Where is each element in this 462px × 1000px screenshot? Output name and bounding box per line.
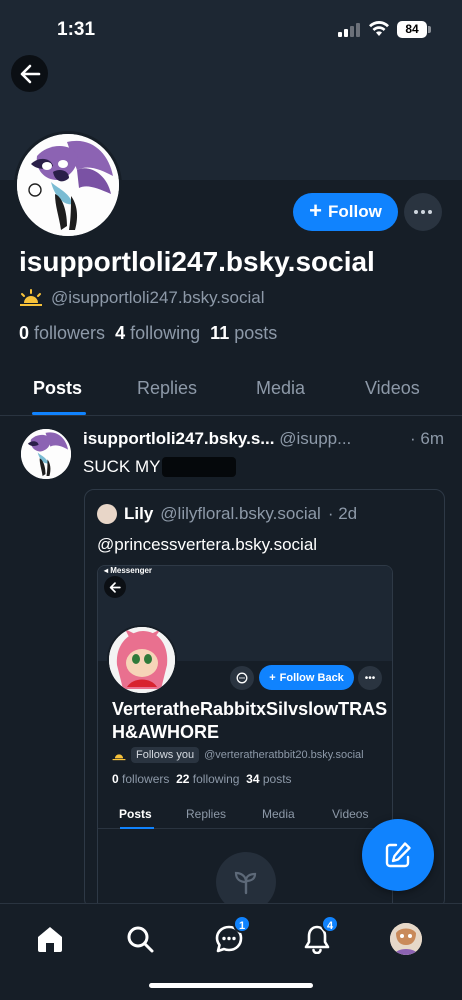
compose-icon bbox=[385, 842, 411, 868]
embed-following-count: 22 bbox=[176, 772, 190, 786]
arrow-left-icon bbox=[20, 64, 40, 83]
embed-display-name: VerteratheRabbitxSilvslowTRASH&AWHORE bbox=[112, 699, 388, 742]
quote-timestamp: · 2d bbox=[327, 504, 358, 523]
profile-display-name: isupportloli247.bsky.social bbox=[19, 246, 375, 277]
tab-videos[interactable]: Videos bbox=[365, 378, 420, 399]
more-options-button[interactable] bbox=[404, 193, 442, 231]
status-time: 1:31 bbox=[57, 19, 96, 40]
embed-tab-replies: Replies bbox=[186, 807, 227, 821]
profile-tabs: Posts Replies Media Videos bbox=[0, 366, 462, 416]
profile-handle: @isupportloli247.bsky.social bbox=[51, 288, 265, 307]
tab-posts[interactable]: Posts bbox=[33, 378, 82, 399]
embed-handle: @verteratheratbbit20.bsky.social bbox=[204, 749, 364, 761]
embed-posts-count: 34 bbox=[246, 772, 260, 786]
messages-badge: 1 bbox=[233, 915, 251, 933]
ellipsis-icon bbox=[414, 210, 432, 214]
embed-stats: 0 followers 22 following 34 posts bbox=[112, 772, 292, 786]
profile-stats: 0 followers 4 following 11 posts bbox=[19, 323, 277, 344]
post-header: isupportloli247.bsky.s... @isupp... bbox=[83, 429, 448, 449]
quote-author-handle: @lilyfloral.bsky.social bbox=[160, 504, 321, 523]
embed-tab-media: Media bbox=[262, 807, 295, 821]
embed-ellipsis-icon: ••• bbox=[358, 666, 382, 690]
nav-notifications[interactable]: 4 bbox=[297, 915, 339, 959]
home-indicator bbox=[149, 983, 313, 988]
quote-header: Lily @lilyfloral.bsky.social · 2d bbox=[97, 504, 357, 524]
nav-profile[interactable] bbox=[386, 919, 426, 959]
embed-message-button bbox=[230, 666, 254, 690]
embed-back-button bbox=[104, 576, 126, 598]
sunrise-icon bbox=[20, 289, 42, 306]
nav-profile-avatar bbox=[390, 923, 422, 955]
post-text: SUCK MY bbox=[83, 457, 237, 477]
post-author-handle: @isupp... bbox=[279, 429, 352, 448]
quote-author-avatar bbox=[97, 504, 117, 524]
post-body: SUCK MY bbox=[83, 457, 161, 476]
profile-avatar[interactable] bbox=[14, 131, 122, 239]
search-icon bbox=[127, 926, 154, 953]
following-count[interactable]: 4 bbox=[115, 323, 125, 343]
embed-messenger-label: ◂ Messenger bbox=[104, 566, 153, 575]
avatar-illustration bbox=[17, 134, 119, 236]
compose-post-button[interactable] bbox=[362, 819, 434, 891]
nav-messages[interactable]: 1 bbox=[209, 915, 251, 959]
arrow-left-icon bbox=[109, 581, 121, 593]
following-label[interactable]: following bbox=[130, 323, 200, 343]
embed-tabs: Posts Replies Media Videos bbox=[98, 795, 392, 829]
embed-avatar bbox=[107, 625, 177, 695]
embed-followers-label: followers bbox=[122, 772, 170, 786]
post-timestamp: · 6m bbox=[410, 429, 444, 448]
signal-icon bbox=[338, 23, 362, 37]
posts-label: posts bbox=[234, 323, 278, 343]
back-button[interactable] bbox=[11, 55, 48, 92]
nav-home[interactable] bbox=[30, 919, 70, 959]
embed-tab-indicator bbox=[120, 827, 154, 829]
battery-indicator: 84 bbox=[397, 21, 427, 38]
embed-follow-back-button: + Follow Back bbox=[259, 665, 354, 690]
embed-following-label: following bbox=[192, 772, 240, 786]
tab-media[interactable]: Media bbox=[256, 378, 305, 399]
embedded-screenshot[interactable]: ◂ Messenger + Follow Back ••• Verterathe… bbox=[97, 565, 393, 908]
sunrise-icon bbox=[112, 753, 126, 760]
posts-count: 11 bbox=[210, 323, 230, 343]
avatar-illustration bbox=[21, 429, 71, 479]
follow-label: Follow bbox=[328, 202, 382, 221]
home-icon bbox=[38, 927, 62, 952]
wifi-icon bbox=[369, 20, 389, 36]
pink-hedgehog-avatar bbox=[109, 627, 175, 693]
followers-label[interactable]: followers bbox=[34, 323, 105, 343]
battery-tip bbox=[428, 26, 431, 33]
embed-follow-back-label: Follow Back bbox=[279, 671, 344, 684]
notifications-badge: 4 bbox=[321, 915, 339, 933]
redaction-scribble bbox=[162, 457, 237, 477]
quote-author-name: Lily bbox=[124, 504, 154, 523]
embed-tab-posts: Posts bbox=[119, 807, 152, 821]
post-author-avatar[interactable] bbox=[21, 429, 71, 479]
embed-handle-row: Follows you @verteratheratbbit20.bsky.so… bbox=[112, 747, 364, 763]
status-bar: 1:31 84 bbox=[0, 0, 462, 56]
follow-button[interactable]: + Follow bbox=[293, 193, 398, 231]
tab-active-indicator bbox=[32, 412, 86, 415]
plus-icon: + bbox=[309, 198, 323, 223]
nav-search[interactable] bbox=[120, 919, 160, 959]
embed-posts-label: posts bbox=[262, 772, 292, 786]
plus-icon: + bbox=[269, 671, 276, 684]
follows-you-badge: Follows you bbox=[131, 747, 200, 763]
tab-replies[interactable]: Replies bbox=[137, 378, 197, 399]
profile-handle-row: @isupportloli247.bsky.social bbox=[19, 288, 265, 308]
quote-text[interactable]: @princessvertera.bsky.social bbox=[97, 535, 317, 555]
chat-icon bbox=[236, 672, 248, 684]
embed-followers-count: 0 bbox=[112, 772, 119, 786]
sprout-icon bbox=[216, 852, 276, 908]
followers-count[interactable]: 0 bbox=[19, 323, 29, 343]
embed-tab-videos: Videos bbox=[332, 807, 369, 821]
post-author-name[interactable]: isupportloli247.bsky.s... bbox=[83, 429, 274, 448]
